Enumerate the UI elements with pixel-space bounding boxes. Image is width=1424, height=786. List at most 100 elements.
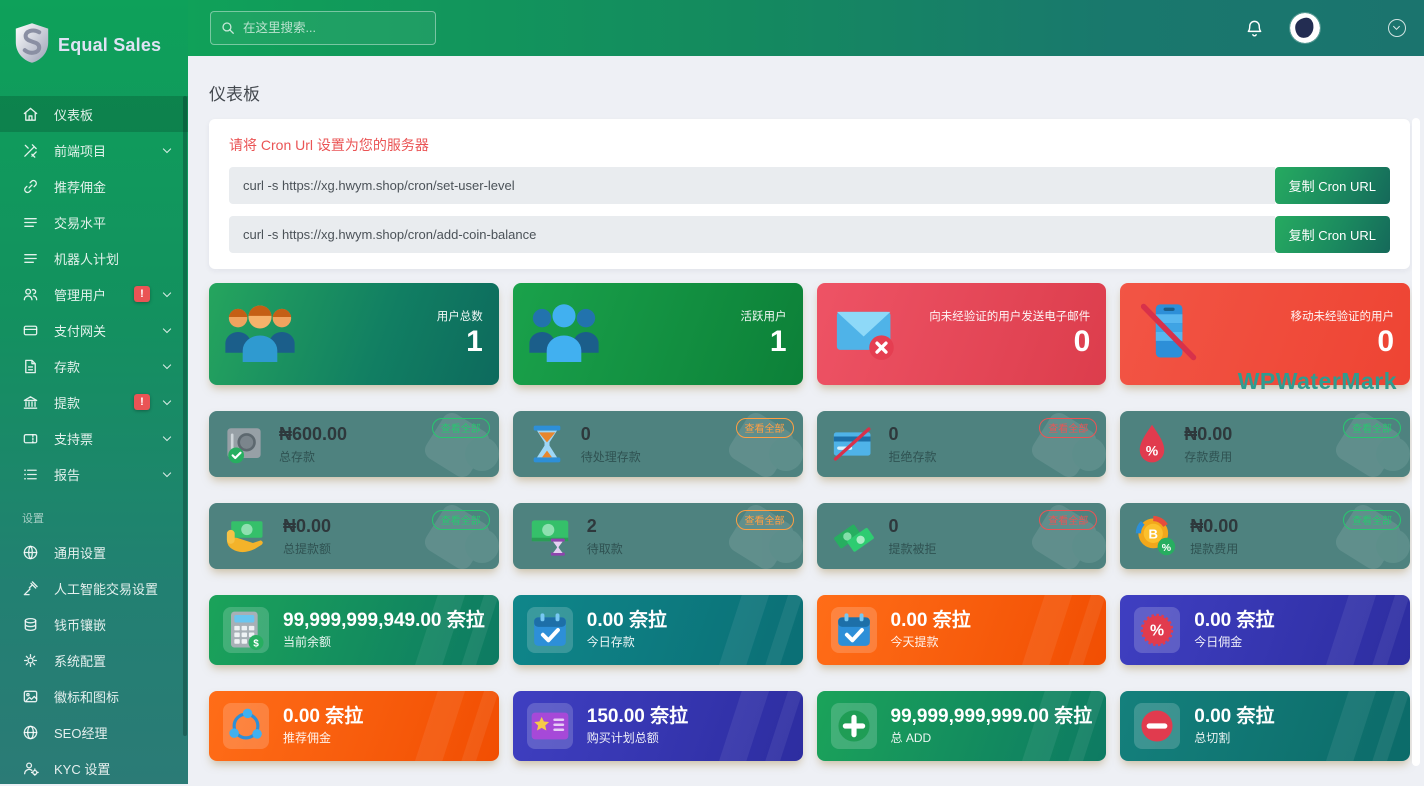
money-notes-icon xyxy=(831,517,875,555)
pending-withdraw-card[interactable]: 查看全部 2 待取款 xyxy=(513,503,803,569)
stat-value: 0 xyxy=(889,516,937,537)
total-withdraw-card[interactable]: 查看全部 ₦0.00 总提款额 xyxy=(209,503,499,569)
sidebar-item-label: 机器人计划 xyxy=(54,249,119,268)
sidebar-item-label: 存款 xyxy=(54,357,80,376)
sidebar-item-seo-manager[interactable]: SEO经理 xyxy=(0,714,188,750)
sidebar-section-label: 设置 xyxy=(0,492,188,534)
view-all-badge[interactable]: 查看全部 xyxy=(736,510,794,530)
stat-value: 0.00 奈拉 xyxy=(891,610,971,632)
sidebar-item-system-config[interactable]: 系统配置 xyxy=(0,642,188,678)
search-box[interactable] xyxy=(210,11,436,45)
sidebar-item-payment-gateway[interactable]: 支付网关 xyxy=(0,312,188,348)
chevron-down-icon xyxy=(163,289,171,297)
today-commission-card[interactable]: % 0.00 奈拉 今日佣金 xyxy=(1120,595,1410,665)
topbar-chevron-down-icon[interactable] xyxy=(1388,19,1406,37)
alert-badge: ! xyxy=(134,394,150,410)
sidebar-item-coin-settings[interactable]: 钱币镶嵌 xyxy=(0,606,188,642)
stat-label: 提款费用 xyxy=(1190,540,1238,557)
copy-cron-url-button[interactable]: 复制 Cron URL xyxy=(1275,216,1390,253)
menu-lines-icon xyxy=(22,250,39,267)
total-users-card[interactable]: 用户总数 1 xyxy=(209,283,499,385)
withdraw-charge-card[interactable]: 查看全部 B % ₦0.00 提款费用 xyxy=(1120,503,1410,569)
current-balance-card[interactable]: $ 99,999,999,949.00 奈拉 当前余额 xyxy=(209,595,499,665)
sidebar-item-label: 管理用户 xyxy=(54,285,106,304)
pending-deposit-card[interactable]: 查看全部 0 待处理存款 xyxy=(513,411,803,477)
sidebar-item-manage-users[interactable]: 管理用户 ! xyxy=(0,276,188,312)
cron-alert-title: 请将 Cron Url 设置为您的服务器 xyxy=(229,135,1390,155)
referral-commission-card[interactable]: 0.00 奈拉 推荐佣金 xyxy=(209,691,499,761)
sidebar-item-referral-commission[interactable]: 推荐佣金 xyxy=(0,168,188,204)
sidebar-item-label: 提款 xyxy=(54,393,80,412)
sidebar-item-support-tickets[interactable]: 支持票 xyxy=(0,420,188,456)
cron-url-input[interactable]: curl -s https://xg.hwym.shop/cron/add-co… xyxy=(229,216,1275,253)
page-scrollbar[interactable] xyxy=(1412,118,1420,766)
today-withdraw-card[interactable]: 0.00 奈拉 今天提款 xyxy=(817,595,1107,665)
stat-value: ₦0.00 xyxy=(1190,516,1238,537)
stat-value: 0 xyxy=(929,324,1090,360)
deposit-charge-card[interactable]: 查看全部 % ₦0.00 存款费用 xyxy=(1120,411,1410,477)
rejected-withdraw-card[interactable]: 查看全部 0 提款被拒 xyxy=(817,503,1107,569)
notifications-bell-icon[interactable] xyxy=(1245,19,1264,38)
svg-text:%: % xyxy=(1146,442,1159,458)
stat-label: 今天提款 xyxy=(891,633,971,650)
alert-badge: ! xyxy=(134,286,150,302)
rejected-deposit-card[interactable]: 查看全部 0 拒绝存款 xyxy=(817,411,1107,477)
sidebar-scrollbar[interactable] xyxy=(183,96,187,736)
sidebar-item-general-settings[interactable]: 通用设置 xyxy=(0,534,188,570)
bitcoin-percent-icon: B % xyxy=(1134,515,1176,557)
cron-row: curl -s https://xg.hwym.shop/cron/add-co… xyxy=(229,216,1390,253)
sidebar-item-trade-level[interactable]: 交易水平 xyxy=(0,204,188,240)
sidebar-item-withdrawals[interactable]: 提款 ! xyxy=(0,384,188,420)
sidebar-item-bot-plan[interactable]: 机器人计划 xyxy=(0,240,188,276)
sidebar-item-frontend[interactable]: 前端项目 xyxy=(0,132,188,168)
gavel-icon xyxy=(22,580,39,597)
stat-value: 0.00 奈拉 xyxy=(283,706,363,728)
total-add-card[interactable]: 99,999,999,999.00 奈拉 总 ADD xyxy=(817,691,1107,761)
stat-label: 移动未经验证的用户 xyxy=(1291,308,1395,324)
money-hourglass-icon xyxy=(527,516,573,556)
email-unverified-card[interactable]: 向未经验证的用户发送电子邮件 0 xyxy=(817,283,1107,385)
hand-money-icon xyxy=(223,516,269,556)
view-all-badge[interactable]: 查看全部 xyxy=(736,418,794,438)
share-network-icon xyxy=(223,703,269,749)
sidebar-item-ai-trade-settings[interactable]: 人工智能交易设置 xyxy=(0,570,188,606)
invoice-icon xyxy=(22,358,39,375)
stats-grid: 用户总数 1 活跃用户 1 xyxy=(209,283,1410,761)
sidebar-item-reports[interactable]: 报告 xyxy=(0,456,188,492)
view-all-badge[interactable]: 查看全部 xyxy=(432,510,490,530)
user-avatar[interactable] xyxy=(1290,13,1320,43)
view-all-badge[interactable]: 查看全部 xyxy=(1343,418,1401,438)
brand[interactable]: Equal Sales xyxy=(0,0,188,88)
sidebar-item-deposits[interactable]: 存款 xyxy=(0,348,188,384)
stat-value: 0.00 奈拉 xyxy=(1194,706,1274,728)
svg-text:%: % xyxy=(1150,623,1164,640)
total-cut-card[interactable]: 0.00 奈拉 总切割 xyxy=(1120,691,1410,761)
chevron-down-icon xyxy=(163,145,171,153)
sidebar-item-kyc-settings[interactable]: KYC 设置 xyxy=(0,750,188,786)
percent-badge-icon: % xyxy=(1134,607,1180,653)
mobile-unverified-icon xyxy=(1134,301,1202,368)
stat-value: 0.00 奈拉 xyxy=(1194,610,1274,632)
copy-cron-url-button[interactable]: 复制 Cron URL xyxy=(1275,167,1390,204)
sidebar-item-dashboard[interactable]: 仪表板 xyxy=(0,96,188,132)
today-deposit-card[interactable]: 0.00 奈拉 今日存款 xyxy=(513,595,803,665)
gear-icon xyxy=(22,652,39,669)
plan-purchase-card[interactable]: 150.00 奈拉 购买计划总额 xyxy=(513,691,803,761)
view-all-badge[interactable]: 查看全部 xyxy=(1039,418,1097,438)
calendar-check-icon xyxy=(527,607,573,653)
view-all-badge[interactable]: 查看全部 xyxy=(1039,510,1097,530)
active-users-icon xyxy=(527,302,601,367)
stat-label: 拒绝存款 xyxy=(889,448,937,465)
sidebar-item-label: 徽标和图标 xyxy=(54,687,119,706)
cron-url-input[interactable]: curl -s https://xg.hwym.shop/cron/set-us… xyxy=(229,167,1275,204)
sidebar-item-logo-icons[interactable]: 徽标和图标 xyxy=(0,678,188,714)
stat-value: 0 xyxy=(1291,324,1395,360)
view-all-badge[interactable]: 查看全部 xyxy=(1343,510,1401,530)
active-users-card[interactable]: 活跃用户 1 xyxy=(513,283,803,385)
total-deposit-card[interactable]: 查看全部 ₦600.00 总存款 xyxy=(209,411,499,477)
search-input[interactable] xyxy=(243,21,425,35)
sidebar: Equal Sales 仪表板 前端项目 推荐佣金 交易水平 机器人计划 管理用… xyxy=(0,0,188,784)
view-all-badge[interactable]: 查看全部 xyxy=(432,418,490,438)
topbar-right xyxy=(1245,13,1406,43)
sidebar-item-label: 仪表板 xyxy=(54,105,93,124)
